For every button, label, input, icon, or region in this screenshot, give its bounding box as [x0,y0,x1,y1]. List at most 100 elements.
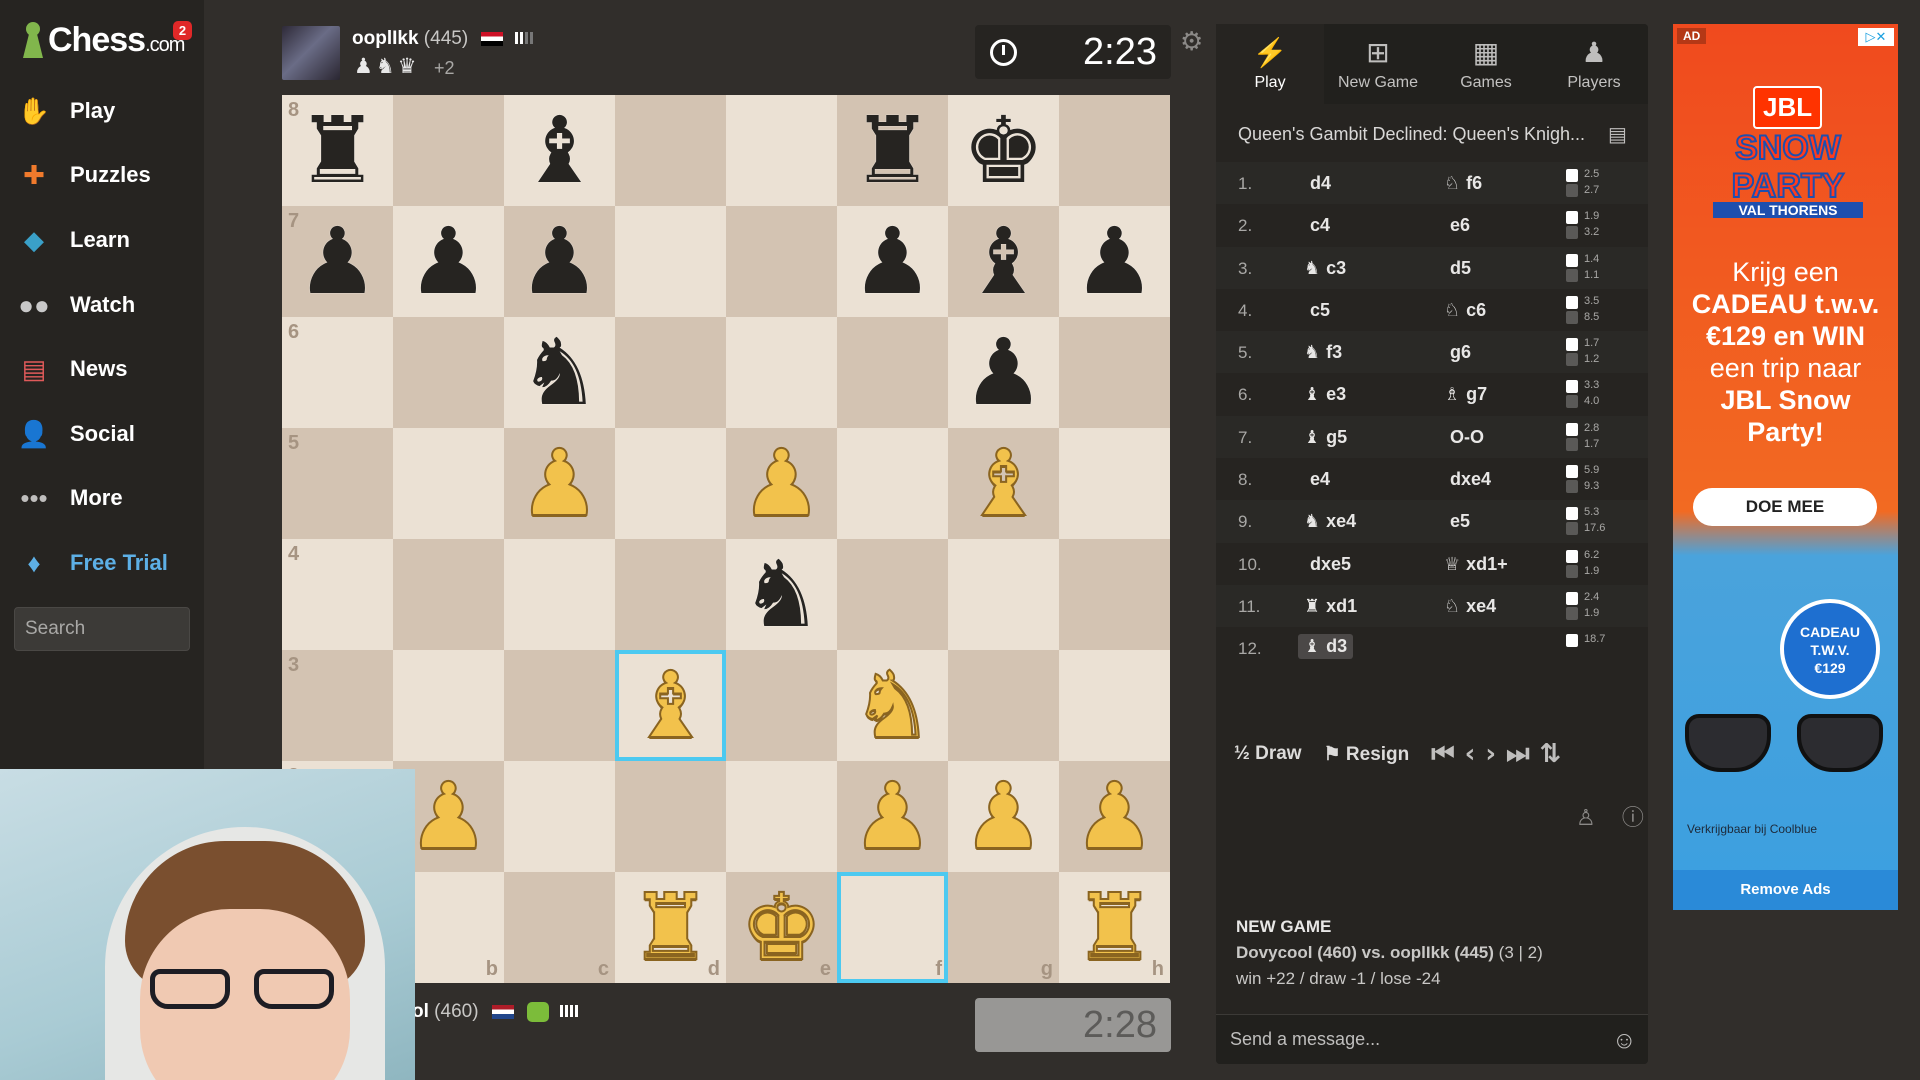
square-h8[interactable] [1059,95,1170,206]
white-move[interactable]: d4 [1304,173,1331,194]
square-g5[interactable]: ♝ [948,428,1059,539]
previous-move-icon[interactable]: ‹ [1465,739,1476,769]
black-knight-icon[interactable]: ♞ [740,548,822,641]
square-e1[interactable]: e ♚ [726,872,837,983]
square-a6[interactable]: 6 [282,317,393,428]
square-d1[interactable]: d ♜ [615,872,726,983]
opening-name[interactable]: Queen's Gambit Declined: Queen's Knigh..… [1238,124,1598,145]
white-pawn-icon[interactable]: ♟ [1072,769,1156,863]
white-move[interactable]: e4 [1304,469,1330,490]
white-move[interactable]: ♜ xd1 [1304,596,1357,617]
sidebar-item-puzzles[interactable]: ✚ Puzzles [14,150,194,200]
white-rook-icon[interactable]: ♜ [1072,880,1156,974]
first-move-icon[interactable]: ⏮ [1431,739,1454,770]
white-rook-icon[interactable]: ♜ [628,880,712,974]
square-e4[interactable]: ♞ [726,539,837,650]
black-move[interactable] [1444,638,1450,659]
white-bishop-icon[interactable]: ♝ [628,658,712,752]
square-h7[interactable]: ♟ [1059,206,1170,317]
advertisement[interactable]: AD ▷✕ JBL SNOW PARTY VAL THORENS Krijg e… [1673,24,1898,910]
square-f6[interactable] [837,317,948,428]
black-move[interactable]: g6 [1444,342,1471,363]
square-b6[interactable] [393,317,504,428]
white-move[interactable]: ♝ e3 [1304,384,1346,405]
square-h4[interactable] [1059,539,1170,650]
square-f5[interactable] [837,428,948,539]
square-f2[interactable]: ♟ [837,761,948,872]
black-move[interactable]: ♘ c6 [1444,300,1486,321]
black-move[interactable]: e5 [1444,511,1470,532]
black-knight-icon[interactable]: ♞ [518,326,600,419]
square-f3[interactable]: ♞ [837,650,948,761]
square-h6[interactable] [1059,317,1170,428]
square-c6[interactable]: ♞ [504,317,615,428]
chat-message-input[interactable] [1216,1014,1648,1064]
white-bishop-icon[interactable]: ♝ [961,436,1045,530]
sidebar-item-play[interactable]: ✋ Play [14,86,194,136]
black-move[interactable]: ♘ xe4 [1444,596,1496,617]
square-e8[interactable] [726,95,837,206]
square-g7[interactable]: ♝ [948,206,1059,317]
square-c8[interactable]: ♝ [504,95,615,206]
chess-board[interactable]: 8♜♝♜♚7♟♟♟♟♝♟6♞♟5♟♟♝4♞3♝♞2♟♟♟♟1abcd♜e♚fgh… [282,95,1170,983]
black-pawn-icon[interactable]: ♟ [962,326,1044,419]
square-a5[interactable]: 5 [282,428,393,539]
black-move[interactable]: e6 [1444,215,1470,236]
notification-badge[interactable]: 2 [173,21,192,40]
square-f8[interactable]: ♜ [837,95,948,206]
white-pawn-icon[interactable]: ♟ [739,436,823,530]
tab-new-game[interactable]: ⊞ New Game [1324,24,1432,104]
square-d3[interactable]: ♝ [615,650,726,761]
square-e3[interactable] [726,650,837,761]
tab-players[interactable]: ♟ Players [1540,24,1648,104]
square-e6[interactable] [726,317,837,428]
square-g4[interactable] [948,539,1059,650]
square-a3[interactable]: 3 [282,650,393,761]
square-b3[interactable] [393,650,504,761]
square-h1[interactable]: h ♜ [1059,872,1170,983]
white-knight-icon[interactable]: ♞ [850,658,934,752]
ad-choices-icon[interactable]: ▷✕ [1858,28,1894,46]
black-pawn-icon[interactable]: ♟ [851,215,933,308]
sidebar-item-watch[interactable]: ●● Watch [14,280,194,330]
resign-button[interactable]: ⚑ Resign [1324,743,1410,766]
black-bishop-icon[interactable]: ♝ [518,104,600,197]
gear-icon[interactable]: ⚙ [1180,26,1203,57]
square-c5[interactable]: ♟ [504,428,615,539]
tab-play[interactable]: ⚡ Play [1216,24,1324,104]
square-f7[interactable]: ♟ [837,206,948,317]
white-move[interactable]: c4 [1304,215,1330,236]
white-move[interactable]: c5 [1304,300,1330,321]
report-icon[interactable]: ⓘ [1622,805,1644,830]
square-f1[interactable]: f [837,872,948,983]
square-e5[interactable]: ♟ [726,428,837,539]
square-a7[interactable]: 7 ♟ [282,206,393,317]
square-h3[interactable] [1059,650,1170,761]
square-g1[interactable]: g [948,872,1059,983]
white-pawn-icon[interactable]: ♟ [961,769,1045,863]
white-pawn-icon[interactable]: ♟ [517,436,601,530]
sidebar-item-more[interactable]: ••• More [14,473,194,523]
search-input[interactable] [14,607,190,651]
opponent-avatar[interactable] [282,26,340,80]
square-c4[interactable] [504,539,615,650]
square-d4[interactable] [615,539,726,650]
add-friend-icon[interactable]: ♙ [1576,805,1596,830]
square-c3[interactable] [504,650,615,761]
square-e2[interactable] [726,761,837,872]
black-rook-icon[interactable]: ♜ [851,104,933,197]
next-move-icon[interactable]: › [1485,739,1496,769]
square-c7[interactable]: ♟ [504,206,615,317]
square-d8[interactable] [615,95,726,206]
square-g2[interactable]: ♟ [948,761,1059,872]
square-e7[interactable] [726,206,837,317]
black-rook-icon[interactable]: ♜ [296,104,378,197]
black-move[interactable]: ♕ xd1+ [1444,554,1508,575]
black-pawn-icon[interactable]: ♟ [296,215,378,308]
square-d6[interactable] [615,317,726,428]
white-pawn-icon[interactable]: ♟ [406,769,490,863]
square-g3[interactable] [948,650,1059,761]
black-move[interactable]: dxe4 [1444,469,1491,490]
white-move[interactable]: ♞ c3 [1304,258,1346,279]
draw-button[interactable]: ½ Draw [1234,743,1302,765]
